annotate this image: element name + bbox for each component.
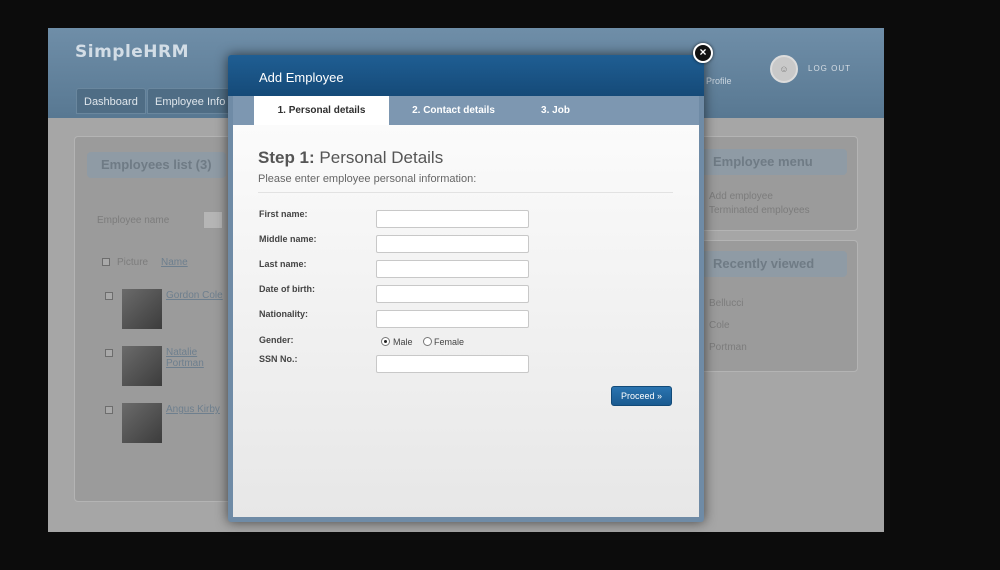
column-header-picture: Picture bbox=[117, 257, 149, 268]
recently-viewed-item[interactable]: Portman bbox=[709, 342, 747, 353]
nav-tab-dashboard[interactable]: Dashboard bbox=[76, 88, 146, 114]
employee-menu-panel: Employee menu Add employee Terminated em… bbox=[693, 136, 858, 231]
recently-viewed-panel: Recently viewed Bellucci Cole Portman bbox=[693, 240, 858, 372]
step-heading: Step 1: Personal Details bbox=[258, 148, 443, 168]
tab-contact-details[interactable]: 2. Contact details bbox=[401, 96, 506, 125]
nationality-input[interactable] bbox=[376, 310, 529, 328]
nav-tab-employee-info[interactable]: Employee Info bbox=[147, 88, 234, 114]
proceed-button[interactable]: Proceed » bbox=[611, 386, 672, 406]
employee-name-link[interactable]: Angus Kirby bbox=[166, 404, 220, 415]
gender-label: Gender: bbox=[259, 335, 294, 345]
last-name-label: Last name: bbox=[259, 259, 307, 269]
employee-photo bbox=[122, 346, 162, 386]
ssn-label: SSN No.: bbox=[259, 354, 298, 364]
date-of-birth-label: Date of birth: bbox=[259, 284, 315, 294]
modal-body: Step 1: Personal Details Please enter em… bbox=[233, 125, 699, 517]
recently-viewed-item[interactable]: Cole bbox=[709, 320, 730, 331]
gender-female-label: Female bbox=[434, 337, 465, 347]
ssn-input[interactable] bbox=[376, 355, 529, 373]
nationality-label: Nationality: bbox=[259, 309, 309, 319]
employee-name-filter-input[interactable] bbox=[203, 211, 223, 229]
first-name-input[interactable] bbox=[376, 210, 529, 228]
recently-viewed-item[interactable]: Bellucci bbox=[709, 298, 743, 309]
step-title: Personal Details bbox=[319, 148, 444, 167]
app-logo: SimpleHRM bbox=[75, 42, 190, 62]
recently-viewed-title: Recently viewed bbox=[699, 251, 847, 277]
modal-title: Add Employee bbox=[259, 70, 344, 85]
gender-female-radio[interactable] bbox=[423, 337, 432, 346]
employee-photo bbox=[122, 289, 162, 329]
tab-job[interactable]: 3. Job bbox=[533, 96, 578, 125]
employees-list-title: Employees list (3) bbox=[87, 152, 226, 178]
tab-personal-details[interactable]: 1. Personal details bbox=[254, 96, 389, 125]
employee-menu-item[interactable]: Terminated employees bbox=[709, 205, 810, 216]
gender-male-label: Male bbox=[393, 337, 413, 347]
row-checkbox[interactable] bbox=[105, 406, 113, 414]
row-checkbox[interactable] bbox=[105, 349, 113, 357]
modal-header: Add Employee bbox=[228, 55, 704, 96]
column-header-name[interactable]: Name bbox=[161, 257, 188, 268]
gender-male-radio[interactable] bbox=[381, 337, 390, 346]
add-employee-modal: Add Employee 1. Personal details 2. Cont… bbox=[228, 55, 704, 522]
employee-menu-item[interactable]: Add employee bbox=[709, 191, 773, 202]
middle-name-label: Middle name: bbox=[259, 234, 317, 244]
profile-link[interactable]: Profile bbox=[706, 76, 732, 86]
employee-name-link[interactable]: Gordon Cole bbox=[166, 290, 223, 301]
employee-name-filter-label: Employee name bbox=[97, 215, 170, 226]
date-of-birth-input[interactable] bbox=[376, 285, 529, 303]
step-subtitle: Please enter employee personal informati… bbox=[258, 173, 477, 185]
close-icon[interactable]: × bbox=[693, 43, 713, 63]
avatar: ☺ bbox=[770, 55, 798, 83]
step-tabs: 1. Personal details 2. Contact details 3… bbox=[233, 96, 699, 125]
step-prefix: Step 1: bbox=[258, 148, 315, 167]
employee-photo bbox=[122, 403, 162, 443]
logout-link[interactable]: LOG OUT bbox=[808, 64, 851, 73]
employee-menu-title: Employee menu bbox=[699, 149, 847, 175]
middle-name-input[interactable] bbox=[376, 235, 529, 253]
employee-name-link[interactable]: Natalie Portman bbox=[166, 347, 214, 369]
first-name-label: First name: bbox=[259, 209, 308, 219]
row-checkbox[interactable] bbox=[105, 292, 113, 300]
divider bbox=[258, 192, 673, 193]
select-all-checkbox[interactable] bbox=[102, 258, 110, 266]
last-name-input[interactable] bbox=[376, 260, 529, 278]
